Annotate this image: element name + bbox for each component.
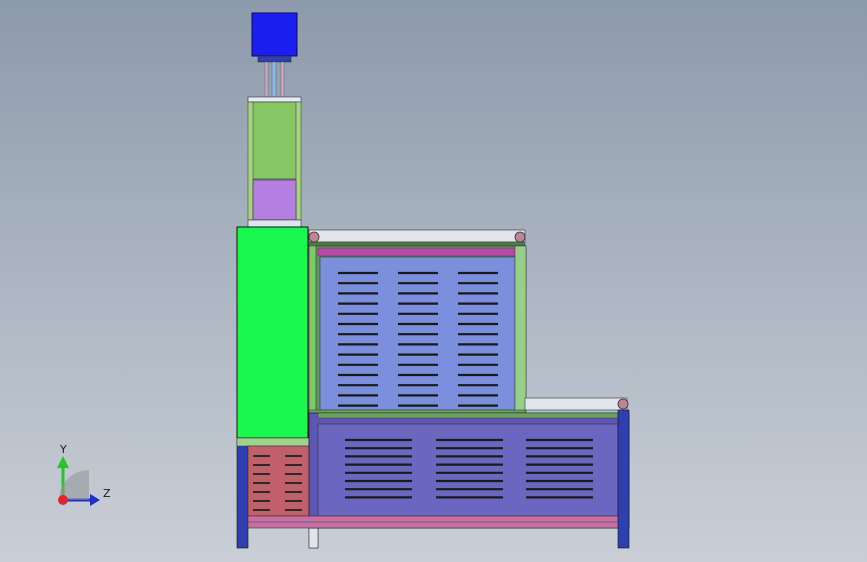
motor-mount bbox=[257, 55, 292, 63]
upper-panel-side-rail bbox=[514, 245, 527, 414]
lower-panel-green-strip bbox=[317, 412, 619, 419]
column-purple[interactable] bbox=[252, 179, 297, 221]
frame-post-left bbox=[236, 437, 249, 549]
bolt-upper-left bbox=[308, 231, 320, 243]
upper-top-rail-strip bbox=[308, 241, 526, 247]
triad-z-label: Z bbox=[103, 487, 111, 500]
frame-post-right bbox=[617, 409, 630, 549]
lower-top-rail bbox=[524, 397, 628, 411]
column-cap bbox=[247, 96, 302, 103]
bolt-upper-right bbox=[514, 231, 526, 243]
shaft-left bbox=[264, 61, 269, 98]
side-panel-green[interactable] bbox=[236, 226, 309, 439]
bolt-lower-right bbox=[617, 398, 629, 410]
lower-panel-blue[interactable] bbox=[317, 423, 619, 517]
shaft-center bbox=[271, 61, 277, 98]
upper-panel-magenta-strip bbox=[317, 247, 517, 257]
model-view bbox=[57, 12, 630, 549]
column-rail-right bbox=[295, 101, 302, 221]
upper-top-rail bbox=[308, 229, 526, 243]
shaft-right bbox=[280, 61, 285, 98]
motor-block[interactable] bbox=[251, 12, 298, 57]
column-base bbox=[247, 219, 302, 228]
frame-foot-middle bbox=[308, 527, 319, 549]
triad-y-label: Y bbox=[60, 443, 67, 456]
frame-beam-lower-left bbox=[236, 437, 318, 447]
column-green[interactable] bbox=[251, 101, 298, 180]
coordinate-triad-icon bbox=[57, 456, 100, 506]
cad-viewport[interactable]: Y Z bbox=[0, 0, 867, 562]
column-rail-left bbox=[247, 101, 254, 221]
